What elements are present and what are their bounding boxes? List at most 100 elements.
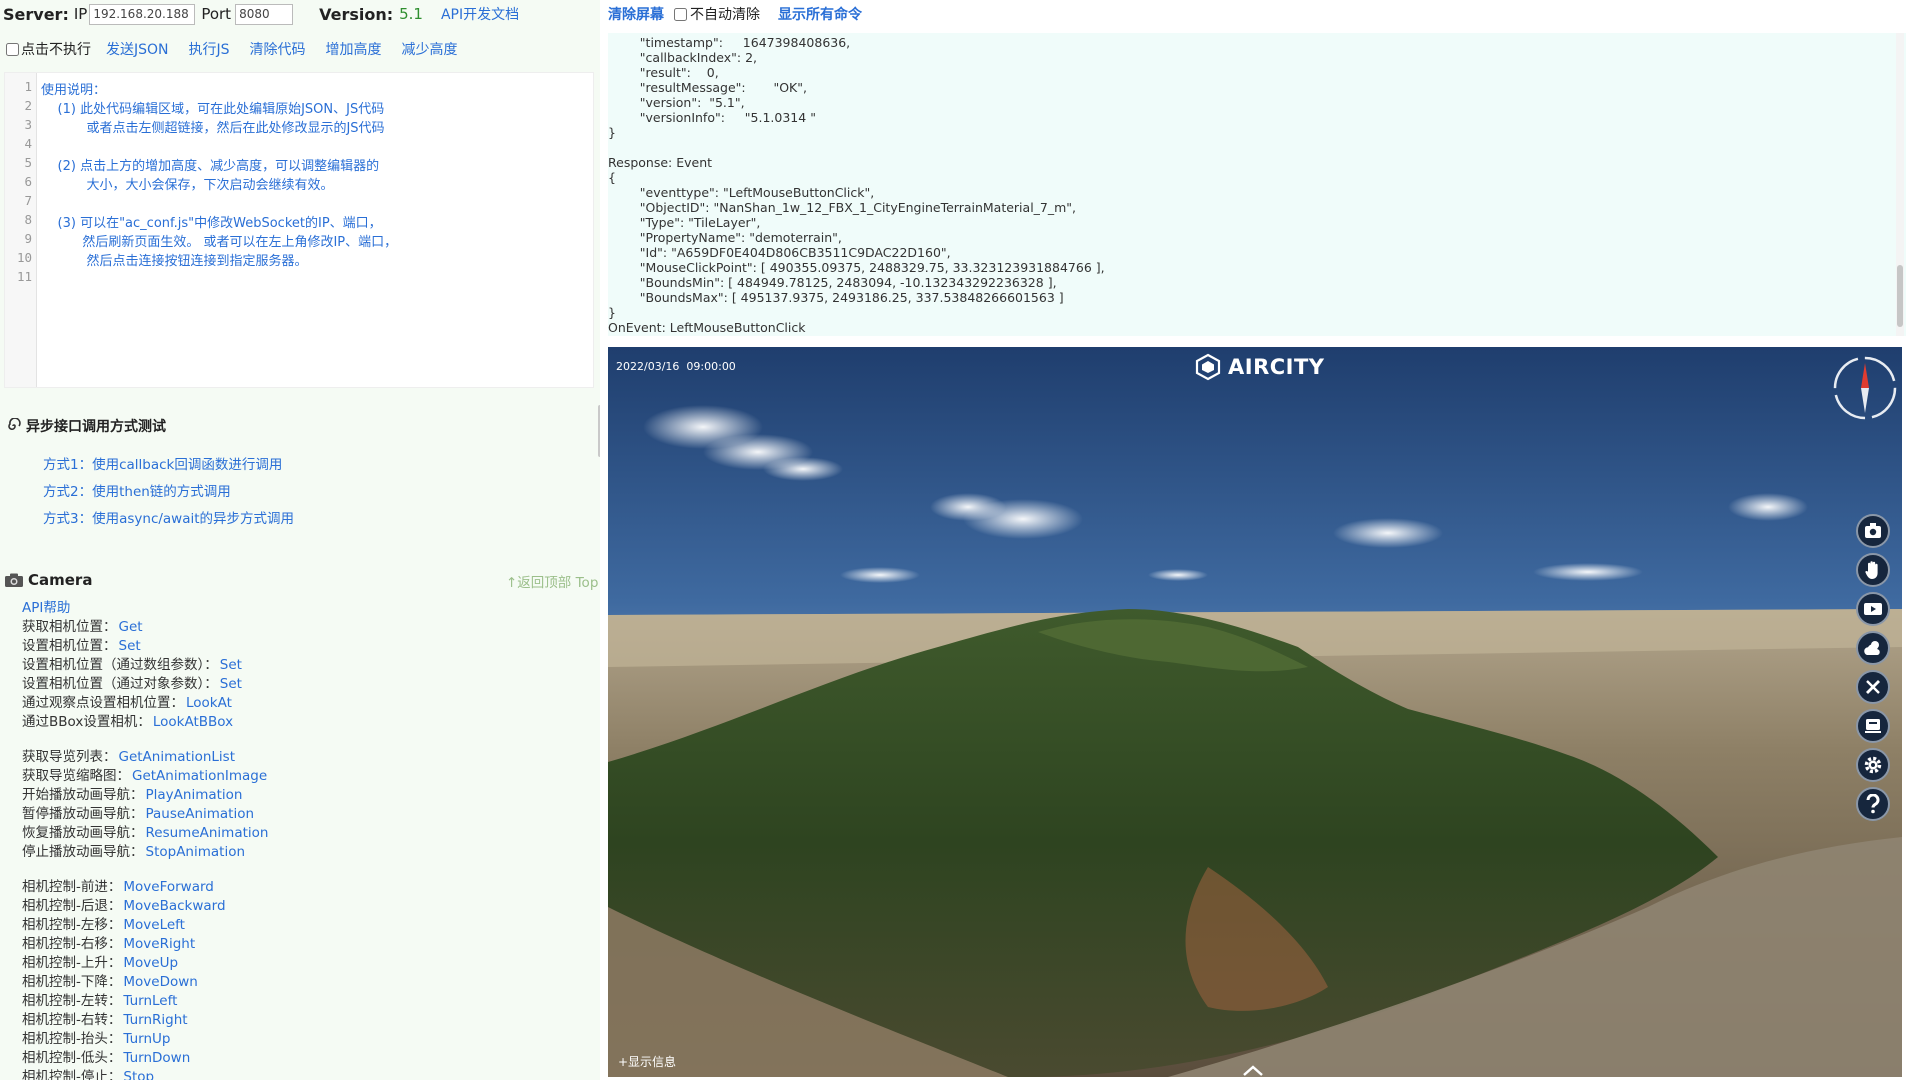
- camera-icon: [1865, 523, 1881, 538]
- async-then-link[interactable]: 方式2：使用then链的方式调用: [43, 480, 231, 500]
- log-line: "BoundsMax": [ 495137.9375, 2493186.25, …: [608, 290, 1064, 305]
- left-panel: Server: IP Port Version: 5.1 API开发文档 点击不…: [0, 0, 600, 1080]
- viewport-date: 2022/03/16: [616, 360, 680, 373]
- resume-animation-link[interactable]: ResumeAnimation: [146, 825, 269, 841]
- move-forward-link[interactable]: MoveForward: [123, 879, 214, 895]
- weather-tool-button[interactable]: [1856, 631, 1890, 665]
- turn-up-link[interactable]: TurnUp: [123, 1031, 170, 1047]
- log-line: "callbackIndex": 2,: [608, 50, 757, 65]
- help-tool-button[interactable]: [1856, 787, 1890, 821]
- aircity-logo: AIRCITY: [1194, 353, 1325, 381]
- log-scrollbar[interactable]: [1896, 33, 1904, 336]
- camera-set-object-link[interactable]: Set: [220, 676, 242, 692]
- hand-tool-button[interactable]: [1856, 553, 1890, 587]
- aircity-logo-text: AIRCITY: [1228, 355, 1325, 379]
- show-all-commands-link[interactable]: 显示所有命令: [778, 4, 862, 24]
- back-to-top-link[interactable]: ↑返回顶部 Top: [506, 571, 598, 591]
- panel-resize-handle[interactable]: [598, 405, 600, 457]
- code-editor[interactable]: 1 2 3 4 5 6 7 8 9 10 11 使用说明： (1) 此处代码编辑…: [4, 72, 594, 388]
- camera-set-array-link[interactable]: Set: [220, 657, 242, 673]
- decrease-height-link[interactable]: 减少高度: [402, 39, 458, 59]
- chevron-up-icon[interactable]: [1240, 1063, 1266, 1077]
- camera-row-label: 相机控制-右移：: [22, 936, 122, 952]
- camera-row: 相机控制-右转： TurnRight: [22, 1008, 188, 1028]
- clear-code-link[interactable]: 清除代码: [250, 39, 306, 59]
- log-line: "BoundsMin": [ 484949.78125, 2483094, -1…: [608, 275, 1057, 290]
- log-line: "result": 0,: [608, 65, 719, 80]
- api-help-link[interactable]: API帮助: [22, 596, 70, 616]
- camera-row-label: 相机控制-抬头：: [22, 1031, 122, 1047]
- camera-row: 恢复播放动画导航： ResumeAnimation: [22, 821, 268, 841]
- cloud: [763, 457, 843, 481]
- get-animation-image-link[interactable]: GetAnimationImage: [132, 768, 267, 784]
- camera-set-link[interactable]: Set: [119, 638, 141, 654]
- clear-screen-link[interactable]: 清除屏幕: [608, 4, 664, 24]
- layers-tool-button[interactable]: [1856, 709, 1890, 743]
- camera-row: 通过观察点设置相机位置： LookAt: [22, 691, 232, 711]
- log-line: {: [608, 170, 616, 185]
- log-line: "version": "5.1",: [608, 95, 745, 110]
- log-line: }: [608, 125, 616, 140]
- camera-row: 暂停播放动画导航： PauseAnimation: [22, 802, 254, 822]
- line-number: 10: [16, 250, 32, 265]
- camera-row: 获取导览缩略图： GetAnimationImage: [22, 764, 267, 784]
- async-callback-link[interactable]: 方式1：使用callback回调函数进行调用: [43, 453, 282, 473]
- stop-link[interactable]: Stop: [123, 1069, 154, 1080]
- api-doc-link[interactable]: API开发文档: [441, 4, 519, 24]
- camera-row-label: 设置相机位置（通过对象参数）：: [22, 676, 218, 692]
- move-up-link[interactable]: MoveUp: [123, 955, 178, 971]
- camera-row-label: 相机控制-后退：: [22, 898, 122, 914]
- log-scrollbar-thumb[interactable]: [1897, 265, 1903, 327]
- hand-icon: [1865, 561, 1878, 579]
- play-animation-link[interactable]: PlayAnimation: [146, 787, 243, 803]
- log-line: "timestamp": 1647398408636,: [608, 35, 851, 50]
- send-json-link[interactable]: 发送JSON: [106, 39, 169, 59]
- video-tool-button[interactable]: [1856, 592, 1890, 626]
- camera-row: 相机控制-前进： MoveForward: [22, 875, 214, 895]
- no-exec-checkbox[interactable]: [6, 42, 19, 56]
- no-auto-clear-checkbox[interactable]: [674, 7, 687, 21]
- code-line: (3) 可以在"ac_conf.js"中修改WebSocket的IP、端口，: [41, 216, 382, 231]
- stop-animation-link[interactable]: StopAnimation: [146, 844, 246, 860]
- line-number: 1: [24, 79, 32, 94]
- show-info-toggle[interactable]: +显示信息: [618, 1053, 676, 1070]
- async-await-link[interactable]: 方式3：使用async/await的异步方式调用: [43, 507, 294, 527]
- cloud: [1728, 493, 1808, 521]
- camera-row: 设置相机位置（通过数组参数）： Set: [22, 653, 242, 673]
- compass-icon[interactable]: [1832, 355, 1898, 421]
- move-down-link[interactable]: MoveDown: [123, 974, 197, 990]
- camera-tool-button[interactable]: [1856, 514, 1890, 548]
- camera-row: 相机控制-右移： MoveRight: [22, 932, 195, 952]
- port-input[interactable]: [235, 3, 294, 25]
- exec-js-link[interactable]: 执行JS: [189, 39, 230, 59]
- increase-height-link[interactable]: 增加高度: [326, 39, 382, 59]
- camera-lookatbbox-link[interactable]: LookAtBBox: [153, 714, 233, 730]
- log-line: "PropertyName": "demoterrain",: [608, 230, 842, 245]
- log-line: "eventtype": "LeftMouseButtonClick",: [608, 185, 875, 200]
- ip-input[interactable]: [89, 3, 196, 25]
- camera-row-label: 相机控制-下降：: [22, 974, 122, 990]
- camera-row-label: 相机控制-前进：: [22, 879, 122, 895]
- move-backward-link[interactable]: MoveBackward: [123, 898, 225, 914]
- camera-icon: [5, 573, 23, 587]
- move-left-link[interactable]: MoveLeft: [123, 917, 185, 933]
- version-label: Version:: [319, 4, 394, 24]
- settings-tool-button[interactable]: [1856, 748, 1890, 782]
- turn-down-link[interactable]: TurnDown: [123, 1050, 190, 1066]
- get-animation-list-link[interactable]: GetAnimationList: [119, 749, 235, 765]
- line-number: 7: [24, 193, 32, 208]
- camera-row: 相机控制-低头： TurnDown: [22, 1046, 190, 1066]
- spiral-icon: [8, 418, 21, 430]
- log-output[interactable]: "timestamp": 1647398408636, "callbackInd…: [608, 33, 1906, 336]
- camera-lookat-link[interactable]: LookAt: [186, 695, 232, 711]
- measure-tool-button[interactable]: [1856, 670, 1890, 704]
- turn-left-link[interactable]: TurnLeft: [123, 993, 177, 1009]
- camera-get-link[interactable]: Get: [119, 619, 143, 635]
- 3d-viewport[interactable]: 2022/03/16 09:00:00 AIRCITY +显示信息: [608, 347, 1902, 1077]
- camera-row-label: 恢复播放动画导航：: [22, 825, 144, 841]
- cloud: [1148, 569, 1208, 581]
- move-right-link[interactable]: MoveRight: [123, 936, 195, 952]
- pause-animation-link[interactable]: PauseAnimation: [146, 806, 255, 822]
- async-section-title: 异步接口调用方式测试: [6, 416, 166, 436]
- turn-right-link[interactable]: TurnRight: [123, 1012, 187, 1028]
